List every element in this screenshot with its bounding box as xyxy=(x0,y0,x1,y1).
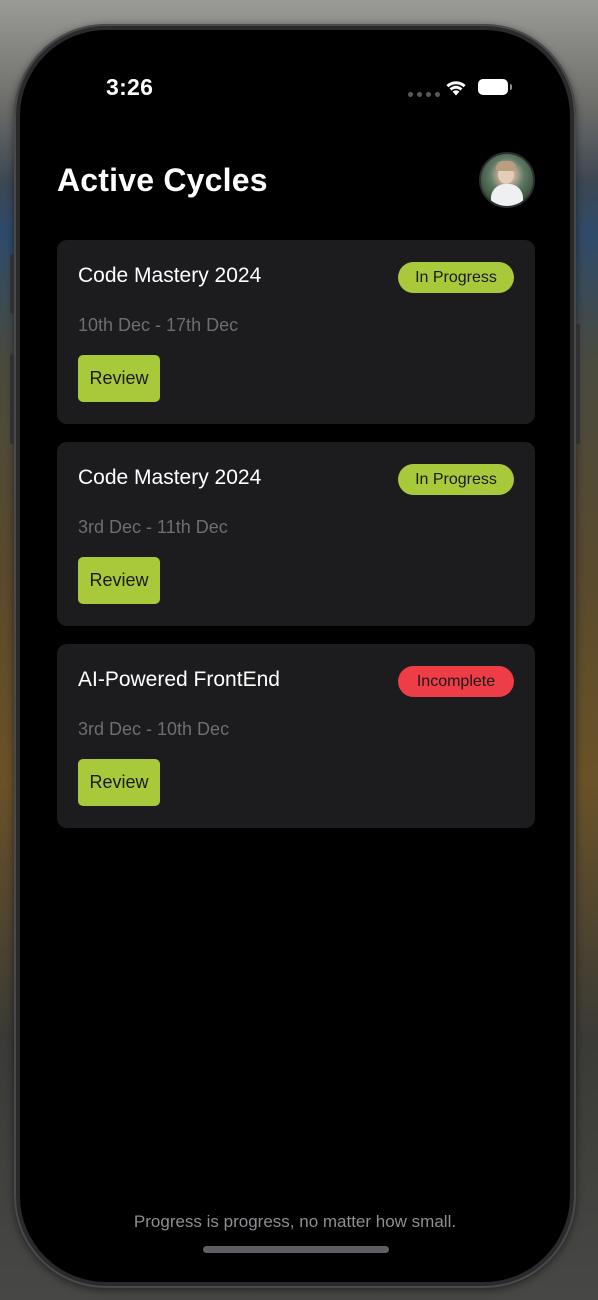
side-button xyxy=(10,254,14,314)
page-header: Active Cycles xyxy=(57,152,535,212)
cycle-dates: 3rd Dec - 11th Dec xyxy=(78,517,228,537)
cycle-card[interactable]: AI-Powered FrontEnd Incomplete 3rd Dec -… xyxy=(57,644,535,828)
page-title: Active Cycles xyxy=(57,162,268,198)
footer-quote: Progress is progress, no matter how smal… xyxy=(133,1212,457,1231)
status-badge: In Progress xyxy=(398,464,514,495)
cycle-card[interactable]: Code Mastery 2024 In Progress 10th Dec -… xyxy=(57,240,535,424)
cycle-title: AI-Powered FrontEnd xyxy=(78,668,280,691)
avatar-hair xyxy=(496,161,516,171)
wifi-icon xyxy=(446,81,466,96)
status-badge: In Progress xyxy=(398,262,514,293)
cycle-title: Code Mastery 2024 xyxy=(78,264,262,287)
power-button xyxy=(576,324,580,444)
review-button[interactable]: Review xyxy=(78,557,160,604)
cycle-card[interactable]: Code Mastery 2024 In Progress 3rd Dec - … xyxy=(57,442,535,626)
status-bar: 3:26 xyxy=(20,30,570,100)
review-button[interactable]: Review xyxy=(78,759,160,806)
avatar-body xyxy=(491,184,523,206)
volume-button xyxy=(10,354,14,444)
status-badge: Incomplete xyxy=(398,666,514,697)
cellular-signal-icon xyxy=(408,92,440,97)
battery-icon xyxy=(478,79,512,95)
cycle-dates: 10th Dec - 17th Dec xyxy=(78,315,239,335)
status-time: 3:26 xyxy=(106,74,154,100)
profile-avatar[interactable] xyxy=(479,152,535,208)
app-screen: 3:26 Active Cycles Code Mastery 2024 In … xyxy=(20,30,570,1282)
cycle-dates: 3rd Dec - 10th Dec xyxy=(78,719,230,739)
review-button[interactable]: Review xyxy=(78,355,160,402)
home-indicator[interactable] xyxy=(203,1246,389,1253)
cycle-list: Code Mastery 2024 In Progress 10th Dec -… xyxy=(57,240,535,846)
cycle-title: Code Mastery 2024 xyxy=(78,466,262,489)
